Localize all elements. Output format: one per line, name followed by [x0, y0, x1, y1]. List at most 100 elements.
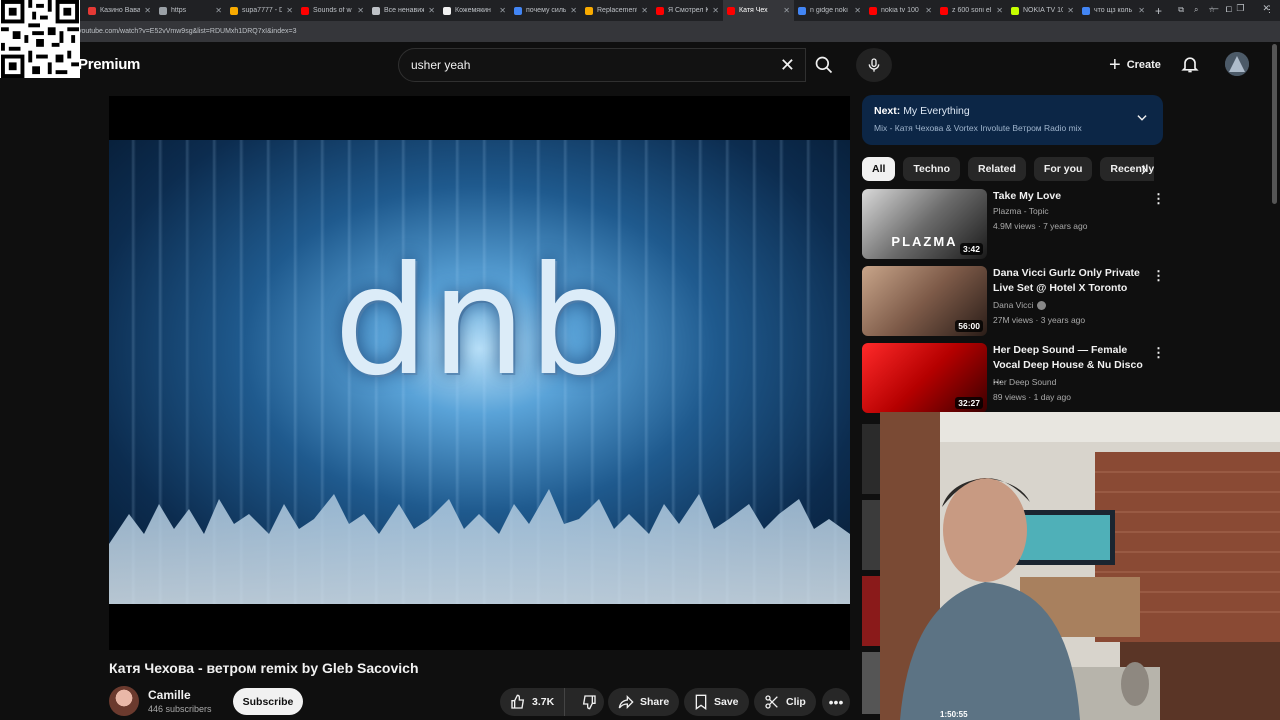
youtube-premium-logo[interactable]: Premium: [78, 56, 140, 73]
share-button[interactable]: Share: [608, 688, 680, 716]
browser-tab[interactable]: supa7777 - D ✕: [226, 0, 297, 21]
video-thumbnail[interactable]: PLAZMA 3:42: [862, 189, 987, 259]
clip-button[interactable]: Clip: [754, 688, 816, 716]
browser-tab[interactable]: NOKIA TV 10 ✕: [1007, 0, 1078, 21]
recommendation-meta: 27M views · 3 years ago: [993, 315, 1086, 325]
video-thumbnail[interactable]: 56:00: [862, 266, 987, 336]
browser-tab[interactable]: Кожемякин ✕: [439, 0, 510, 21]
recommendation-title[interactable]: Dana Vicci Gurlz Only Private Live Set @…: [993, 266, 1143, 296]
tab-favicon-icon: [1011, 6, 1019, 15]
recommendation-meta: 89 views · 1 day ago: [993, 392, 1071, 402]
tab-close-icon[interactable]: ✕: [996, 6, 1003, 15]
screen: Казино Вавада✕https✕supa7777 - D✕Sounds …: [0, 0, 1280, 720]
recommendation-title[interactable]: Take My Love: [993, 189, 1143, 204]
video-thumbnail[interactable]: 32:27: [862, 343, 987, 413]
browser-tab[interactable]: Replacement ✕: [581, 0, 652, 21]
tab-favicon-icon: [869, 6, 877, 15]
recommendation-item[interactable]: PLAZMA 3:42 Take My Love Plazma - Topic 4.9M…: [862, 189, 1165, 261]
browser-tab-bar: Казино Вавада✕https✕supa7777 - D✕Sounds …: [0, 0, 1280, 21]
more-vert-icon[interactable]: ⋮: [1152, 345, 1165, 361]
tab-close-icon[interactable]: ✕: [357, 6, 364, 15]
voice-search-button[interactable]: [856, 48, 892, 82]
browser-tab[interactable]: z 600 soni el ✕: [936, 0, 1007, 21]
more-horizontal-icon: •••: [828, 694, 844, 710]
more-actions-button[interactable]: •••: [822, 688, 850, 716]
clear-search-icon[interactable]: ✕: [780, 55, 795, 76]
tab-close-icon[interactable]: ✕: [215, 6, 222, 15]
up-next-playlist: Mix - Катя Чехова & Vortex Involute Ветр…: [874, 123, 1082, 133]
like-dislike-group: 3.7K: [500, 688, 604, 716]
maximize-icon[interactable]: ❐: [1236, 3, 1244, 14]
browser-tab[interactable]: Sounds of w ✕: [297, 0, 368, 21]
search-input[interactable]: usher yeah ✕: [398, 48, 806, 82]
create-button[interactable]: + Create: [1103, 52, 1167, 78]
filter-chip[interactable]: Techno: [903, 157, 960, 181]
tab-close-icon[interactable]: ✕: [925, 6, 932, 15]
browser-tab[interactable]: что щз коль ✕: [1078, 0, 1149, 21]
tab-close-icon[interactable]: ✕: [783, 6, 790, 15]
bookmark-star-icon[interactable]: ☆: [1208, 5, 1215, 15]
more-vert-icon[interactable]: ⋮: [1152, 191, 1165, 207]
notifications-button[interactable]: [1180, 53, 1200, 80]
tab-close-icon[interactable]: ✕: [712, 6, 719, 15]
video-player[interactable]: dnb: [109, 96, 850, 650]
open-in-app-icon[interactable]: ⧉: [1178, 5, 1184, 15]
tab-close-icon[interactable]: ✕: [1067, 6, 1074, 15]
browser-tab[interactable]: nokia tv 100 ✕: [865, 0, 936, 21]
filter-chips: AllTechnoRelatedFor youRecently uploaded: [862, 157, 1154, 181]
channel-name-text: Her Deep Sound: [993, 377, 1057, 387]
browser-tab[interactable]: Катя Чех ✕: [723, 0, 794, 21]
tab-close-icon[interactable]: ✕: [1138, 6, 1145, 15]
new-tab-icon[interactable]: +: [1155, 4, 1162, 18]
tab-close-icon[interactable]: ✕: [499, 6, 506, 15]
profile-menu-icon[interactable]: ⋮: [1265, 4, 1274, 15]
browser-tab[interactable]: Я Смотрел К ✕: [652, 0, 723, 21]
share-icon: [618, 695, 634, 709]
chevron-down-icon[interactable]: [1135, 111, 1149, 125]
account-avatar[interactable]: [1225, 52, 1249, 76]
recommendation-channel[interactable]: Plazma - Topic: [993, 206, 1049, 216]
filter-chip[interactable]: For you: [1033, 157, 1093, 181]
tab-title: Я Смотрел К: [668, 7, 709, 14]
tab-title: Все ненавиж: [384, 7, 425, 14]
filter-chip[interactable]: All: [862, 157, 896, 181]
address-bar[interactable]: youtube.com/watch?v=E52vVmw9sg&list=RDUM…: [0, 21, 1280, 42]
save-button[interactable]: Save: [684, 688, 749, 716]
dislike-button[interactable]: [571, 688, 607, 716]
tab-title: почему силь: [526, 7, 567, 14]
page-scrollbar[interactable]: [1272, 44, 1277, 204]
search-query-text[interactable]: usher yeah: [411, 58, 470, 72]
tab-close-icon[interactable]: ✕: [570, 6, 577, 15]
recommendation-channel[interactable]: Dana Vicci: [993, 300, 1047, 311]
tab-close-icon[interactable]: ✕: [641, 6, 648, 15]
browser-tab[interactable]: https ✕: [155, 0, 226, 21]
channel-avatar[interactable]: [109, 686, 139, 716]
qr-code-icon: [1, 0, 79, 78]
url-text[interactable]: youtube.com/watch?v=E52vVmw9sg&list=RDUM…: [78, 28, 296, 35]
tab-favicon-icon: [88, 6, 96, 15]
up-next-banner[interactable]: Next: My Everything Mix - Катя Чехова & …: [862, 95, 1163, 145]
search-button[interactable]: [806, 48, 842, 82]
filter-chip[interactable]: Related: [967, 157, 1026, 181]
subscribe-button[interactable]: Subscribe: [233, 688, 303, 715]
like-button[interactable]: 3.7K: [500, 688, 566, 716]
extension-icon[interactable]: ⧠: [1226, 5, 1232, 15]
tab-favicon-icon: [230, 6, 238, 15]
browser-tab[interactable]: Все ненавиж ✕: [368, 0, 439, 21]
channel-name[interactable]: Camille: [148, 688, 191, 702]
tab-close-icon[interactable]: ✕: [286, 6, 293, 15]
recommendation-item[interactable]: 32:27 Her Deep Sound — Female Vocal Deep …: [862, 343, 1165, 415]
tab-close-icon[interactable]: ✕: [854, 6, 861, 15]
chevron-right-icon[interactable]: [1138, 163, 1150, 177]
browser-tab[interactable]: почему силь ✕: [510, 0, 581, 21]
tab-close-icon[interactable]: ✕: [144, 6, 151, 15]
tab-title: Казино Вавада: [100, 7, 141, 14]
more-vert-icon[interactable]: ⋮: [1152, 268, 1165, 284]
tab-title: Кожемякин: [455, 7, 491, 14]
tab-close-icon[interactable]: ✕: [428, 6, 435, 15]
browser-tab[interactable]: Казино Вавада✕: [84, 0, 155, 21]
recommendation-item[interactable]: 56:00 Dana Vicci Gurlz Only Private Live …: [862, 266, 1165, 338]
recommendation-channel[interactable]: Her Deep Sound: [993, 377, 1056, 387]
zoom-icon[interactable]: ⌕: [1194, 5, 1198, 15]
browser-tab[interactable]: n gidge noki ✕: [794, 0, 865, 21]
